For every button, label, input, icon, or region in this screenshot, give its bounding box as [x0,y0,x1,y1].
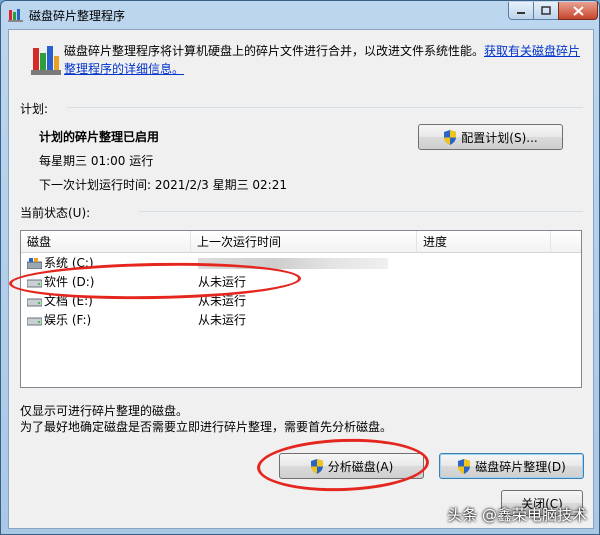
uac-shield-icon [444,129,457,145]
configure-schedule-button[interactable]: 配置计划(S)... [418,124,563,150]
maximize-button[interactable] [533,2,559,20]
disk-row-c[interactable]: 系统 (C:) [21,254,581,273]
maximize-icon [541,6,551,15]
minimize-button[interactable] [508,2,534,20]
uac-shield-icon [310,458,323,474]
schedule-separator [67,107,583,108]
system-drive-icon [27,258,42,269]
dialog-body: 磁盘碎片整理程序将计算机硬盘上的碎片文件进行合并，以改进文件系统性能。获取有关磁… [8,29,594,529]
close-window-button[interactable] [558,2,598,20]
defragment-disk-button[interactable]: 磁盘碎片整理(D) [439,453,584,479]
description: 磁盘碎片整理程序将计算机硬盘上的碎片文件进行合并，以改进文件系统性能。获取有关磁… [64,42,589,78]
last-run: 从未运行 [198,294,247,308]
configure-schedule-label: 配置计划(S)... [461,130,538,145]
disk-list[interactable]: 磁盘 上一次运行时间 进度 系统 (C:) 软件 (D:) 从未运行 文档 (E… [20,230,582,388]
last-run: 从未运行 [198,275,247,289]
column-last-run[interactable]: 上一次运行时间 [191,231,417,253]
schedule-section-label: 计划: [20,102,49,116]
disk-name: 娱乐 (F:) [44,313,92,327]
column-progress[interactable]: 进度 [417,231,551,253]
disk-row-f[interactable]: 娱乐 (F:) 从未运行 [21,311,581,330]
disk-list-header: 磁盘 上一次运行时间 进度 [21,231,581,253]
watermark: 头条 @鑫荣电脑技术 [447,506,587,524]
drive-icon [27,279,42,288]
window-title: 磁盘碎片整理程序 [29,9,126,23]
status-section-label: 当前状态(U): [20,206,91,220]
title-bar[interactable]: 磁盘碎片整理程序 [1,1,599,29]
status-separator [139,211,583,212]
disk-name: 系统 (C:) [44,256,94,270]
defrag-app-icon [8,9,23,22]
redacted-timestamp [198,258,388,269]
defragment-disk-label: 磁盘碎片整理(D) [475,459,566,474]
note-line-2: 为了最好地确定磁盘是否需要立即进行碎片整理，需要首先分析磁盘。 [20,420,393,434]
defrag-header-icon [31,46,61,75]
schedule-frequency: 每星期三 01:00 运行 [39,154,154,168]
column-disk[interactable]: 磁盘 [21,231,191,253]
disk-row-d[interactable]: 软件 (D:) 从未运行 [21,273,581,292]
disk-row-e[interactable]: 文档 (E:) 从未运行 [21,292,581,311]
next-run-time: 下一次计划运行时间: 2021/2/3 星期三 02:21 [39,178,287,192]
last-run: 从未运行 [198,313,247,327]
uac-shield-icon [458,458,471,474]
minimize-icon [517,11,525,14]
disk-name: 软件 (D:) [44,275,95,289]
description-text: 磁盘碎片整理程序将计算机硬盘上的碎片文件进行合并，以改进文件系统性能。 [64,44,485,58]
note-line-1: 仅显示可进行碎片整理的磁盘。 [20,404,189,418]
analyze-disk-label: 分析磁盘(A) [327,459,394,474]
schedule-heading: 计划的碎片整理已启用 [39,130,160,144]
drive-icon [27,298,42,307]
close-icon [572,5,584,16]
defrag-window: 磁盘碎片整理程序 磁盘碎片整理程序将计算机硬盘上的碎片文件进行合并，以改进文件系… [0,0,600,535]
drive-icon [27,317,42,326]
disk-name: 文档 (E:) [44,294,93,308]
analyze-disk-button[interactable]: 分析磁盘(A) [279,453,424,479]
